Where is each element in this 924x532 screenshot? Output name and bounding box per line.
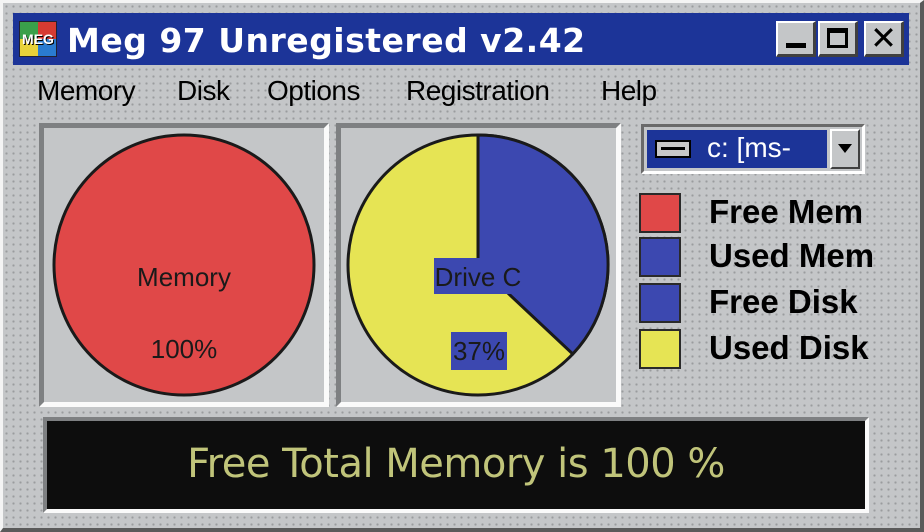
- menu-registration[interactable]: Registration: [406, 75, 550, 107]
- window-title: Meg 97 Unregistered v2.42: [67, 21, 586, 60]
- memory-panel: Memory 100%: [39, 123, 329, 407]
- disk-pie-label: Drive C: [435, 262, 522, 292]
- close-icon: ✕: [870, 19, 897, 57]
- menu-memory[interactable]: Memory: [37, 75, 136, 107]
- legend-label-used-mem: Used Mem: [709, 237, 875, 274]
- menu-options[interactable]: Options: [267, 75, 361, 107]
- legend-label-free-mem: Free Mem: [709, 193, 864, 230]
- menu-help[interactable]: Help: [601, 75, 657, 107]
- minimize-icon: [786, 43, 806, 48]
- drive-dropdown-button[interactable]: [830, 129, 860, 169]
- legend-swatch-used-disk: [639, 329, 681, 369]
- disk-pie-percent: 37%: [453, 336, 505, 366]
- app-window: MEG Meg 97 Unregistered v2.42 ✕ Memory D…: [0, 0, 924, 532]
- app-icon-text: MEG: [22, 31, 54, 47]
- legend-swatch-used-mem: [639, 237, 681, 277]
- meg-app-icon[interactable]: MEG: [19, 21, 57, 57]
- close-button[interactable]: ✕: [864, 19, 904, 57]
- maximize-icon: [827, 28, 848, 48]
- legend-swatch-free-disk: [639, 283, 681, 323]
- menu-disk[interactable]: Disk: [177, 75, 230, 107]
- drive-select[interactable]: c: [ms-: [641, 124, 865, 174]
- minimize-button[interactable]: [776, 21, 816, 57]
- memory-pie-percent: 100%: [151, 334, 218, 364]
- legend-label-used-disk: Used Disk: [709, 329, 869, 366]
- memory-pie-chart: Memory 100%: [52, 133, 316, 397]
- status-display: Free Total Memory is 100 %: [43, 417, 869, 513]
- legend-swatch-free-mem: [639, 193, 681, 233]
- drive-icon: [655, 140, 691, 158]
- drive-select-value[interactable]: c: [ms-: [647, 130, 827, 168]
- maximize-button[interactable]: [818, 21, 858, 57]
- status-text: Free Total Memory is 100 %: [187, 441, 725, 487]
- drive-select-text: c: [ms-: [707, 132, 791, 163]
- title-bar[interactable]: MEG Meg 97 Unregistered v2.42 ✕: [13, 13, 909, 65]
- disk-pie-chart: Drive C 37%: [346, 133, 610, 397]
- memory-pie-label: Memory: [137, 262, 231, 292]
- legend-label-free-disk: Free Disk: [709, 283, 858, 320]
- disk-panel: Drive C 37%: [336, 123, 621, 407]
